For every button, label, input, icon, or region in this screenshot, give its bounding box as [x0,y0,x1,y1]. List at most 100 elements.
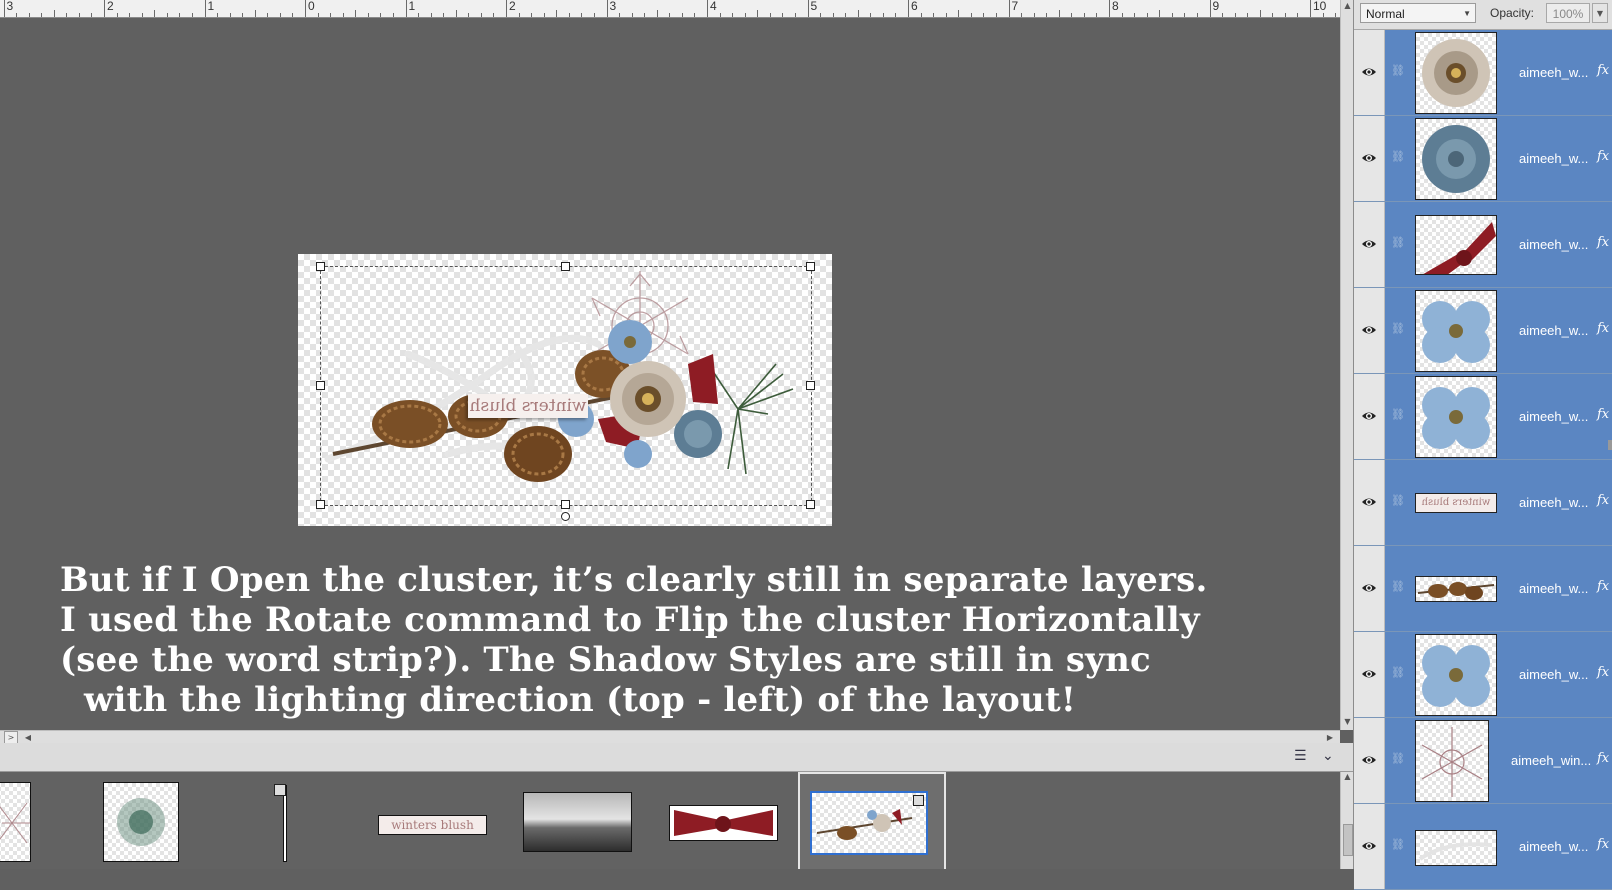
layer-style-fx-icon[interactable]: fx [1597,751,1609,766]
visibility-toggle[interactable] [1354,804,1385,889]
transform-handle-middle-left[interactable] [316,381,325,390]
ruler-tick [669,13,671,17]
visibility-toggle[interactable] [1354,202,1385,287]
ruler-tick [995,13,997,17]
bin-thumb-winter-photo[interactable] [523,792,632,852]
layer-name[interactable]: aimeeh_w... [1519,323,1588,338]
visibility-toggle[interactable] [1354,718,1385,803]
ruler-tick [355,10,357,17]
transform-handle-middle-right[interactable] [806,381,815,390]
layer-body[interactable]: aimeeh_w... fx [1405,546,1612,631]
scroll-thumb[interactable] [1343,824,1353,856]
visibility-toggle[interactable] [1354,30,1385,115]
transform-bounding-box[interactable] [320,266,812,506]
ruler-label: 9 [1212,0,1220,13]
visibility-toggle[interactable] [1354,374,1385,459]
layer-body[interactable]: aimeeh_w... fx [1405,30,1612,115]
layer-name[interactable]: aimeeh_w... [1519,151,1588,166]
transform-handle-bottom-right[interactable] [806,500,815,509]
layer-row[interactable]: ⛓ winters blush aimeeh_w... fx [1354,460,1612,546]
rotate-handle[interactable] [561,512,570,521]
chevron-down-icon[interactable]: ▼ [1592,3,1608,23]
layer-body[interactable]: aimeeh_win... fx [1405,718,1612,803]
layer-name[interactable]: aimeeh_w... [1519,581,1588,596]
layer-link-toggle[interactable]: ⛓ [1385,632,1405,717]
layer-row[interactable]: ⛓ aimeeh_w... fx [1354,546,1612,632]
layer-link-toggle[interactable]: ⛓ [1385,30,1405,115]
layer-body[interactable]: winters blush aimeeh_w... fx [1405,460,1612,545]
layer-name[interactable]: aimeeh_w... [1519,409,1588,424]
layer-link-toggle[interactable]: ⛓ [1385,546,1405,631]
layer-link-toggle[interactable]: ⛓ [1385,288,1405,373]
bin-thumb-snowflake[interactable] [0,782,31,862]
transform-handle-bottom-center[interactable] [561,500,570,509]
layer-name[interactable]: aimeeh_w... [1519,839,1588,854]
transform-handle-top-left[interactable] [316,262,325,271]
canvas-vertical-scrollbar[interactable]: ▲ ▼ [1340,0,1354,730]
layer-style-fx-icon[interactable]: fx [1597,321,1609,336]
layer-style-fx-icon[interactable]: fx [1597,665,1609,680]
layer-body[interactable]: aimeeh_w... fx [1405,202,1612,287]
layer-style-fx-icon[interactable]: fx [1597,407,1609,422]
layer-body[interactable]: aimeeh_w... fx [1405,632,1612,717]
layer-row[interactable]: ⛓ aimeeh_w... fx [1354,116,1612,202]
layer-link-toggle[interactable]: ⛓ [1385,460,1405,545]
visibility-toggle[interactable] [1354,288,1385,373]
ruler-tick [782,13,784,17]
document-canvas[interactable]: winters blush But if I Open the cluster,… [0,18,1340,730]
layer-row[interactable]: ⛓ aimeeh_w... fx [1354,288,1612,374]
layer-row[interactable]: ⛓ aimeeh_win... fx [1354,718,1612,804]
layer-style-fx-icon[interactable]: fx [1597,837,1609,852]
layer-link-toggle[interactable]: ⛓ [1385,804,1405,889]
layer-name[interactable]: aimeeh_w... [1519,237,1588,252]
layer-style-fx-icon[interactable]: fx [1597,493,1609,508]
white-twig-icon [1418,842,1491,861]
transform-handle-top-right[interactable] [806,262,815,271]
layer-link-toggle[interactable]: ⛓ [1385,202,1405,287]
layer-style-fx-icon[interactable]: fx [1597,235,1609,250]
bin-thumb-word-strip[interactable]: winters blush [378,815,487,835]
bin-thumb-cluster-selected[interactable] [810,791,928,855]
eye-icon [1362,498,1376,506]
layer-row[interactable]: ⛓ aimeeh_w... fx [1354,374,1612,460]
layer-body[interactable]: aimeeh_w... fx [1405,288,1612,373]
opacity-field[interactable]: 100% [1546,3,1590,23]
layer-link-toggle[interactable]: ⛓ [1385,116,1405,201]
layer-name[interactable]: aimeeh_win... [1511,753,1591,768]
layer-body[interactable]: aimeeh_w... fx [1405,374,1612,459]
transform-handle-bottom-left[interactable] [316,500,325,509]
bin-thumb-red-bow[interactable] [669,805,778,841]
layer-row[interactable]: ⛓ aimeeh_w... fx [1354,632,1612,718]
link-icon: ⛓ [1391,666,1405,679]
canvas-horizontal-scrollbar[interactable]: > ◀ ▶ [0,730,1340,744]
layer-body[interactable]: aimeeh_w... fx [1405,116,1612,201]
layer-name[interactable]: aimeeh_w... [1519,667,1588,682]
transform-handle-top-center[interactable] [561,262,570,271]
layer-style-fx-icon[interactable]: fx [1597,149,1609,164]
blend-mode-select[interactable]: Normal ▼ [1360,3,1476,23]
bin-thumb-thin-strip[interactable] [274,784,287,862]
layer-row[interactable]: ⛓ aimeeh_w... fx [1354,30,1612,116]
layer-link-toggle[interactable]: ⛓ [1385,718,1405,803]
bin-thumb-green-burst[interactable] [103,782,179,862]
layer-style-fx-icon[interactable]: fx [1597,579,1609,594]
panel-resize-grip[interactable] [1608,440,1612,450]
layer-body[interactable]: aimeeh_w... fx [1405,804,1612,889]
layer-row[interactable]: ⛓ aimeeh_w... fx [1354,202,1612,288]
ruler-tick [116,13,118,17]
bin-vertical-scrollbar[interactable]: ▲ [1340,772,1354,869]
visibility-toggle[interactable] [1354,546,1385,631]
layer-style-fx-icon[interactable]: fx [1597,63,1609,78]
visibility-toggle[interactable] [1354,116,1385,201]
ruler-tick [254,10,256,17]
visibility-toggle[interactable] [1354,632,1385,717]
layer-name[interactable]: aimeeh_w... [1519,495,1588,510]
chevron-down-icon[interactable]: ⌄ [1322,748,1334,764]
document-image[interactable]: winters blush [298,254,832,526]
layer-link-toggle[interactable]: ⛓ [1385,374,1405,459]
visibility-toggle[interactable] [1354,460,1385,545]
bin-options-icon[interactable]: ☰ [1294,748,1307,764]
cluster-icon [816,809,913,840]
layer-row[interactable]: ⛓ aimeeh_w... fx [1354,804,1612,890]
layer-name[interactable]: aimeeh_w... [1519,65,1588,80]
